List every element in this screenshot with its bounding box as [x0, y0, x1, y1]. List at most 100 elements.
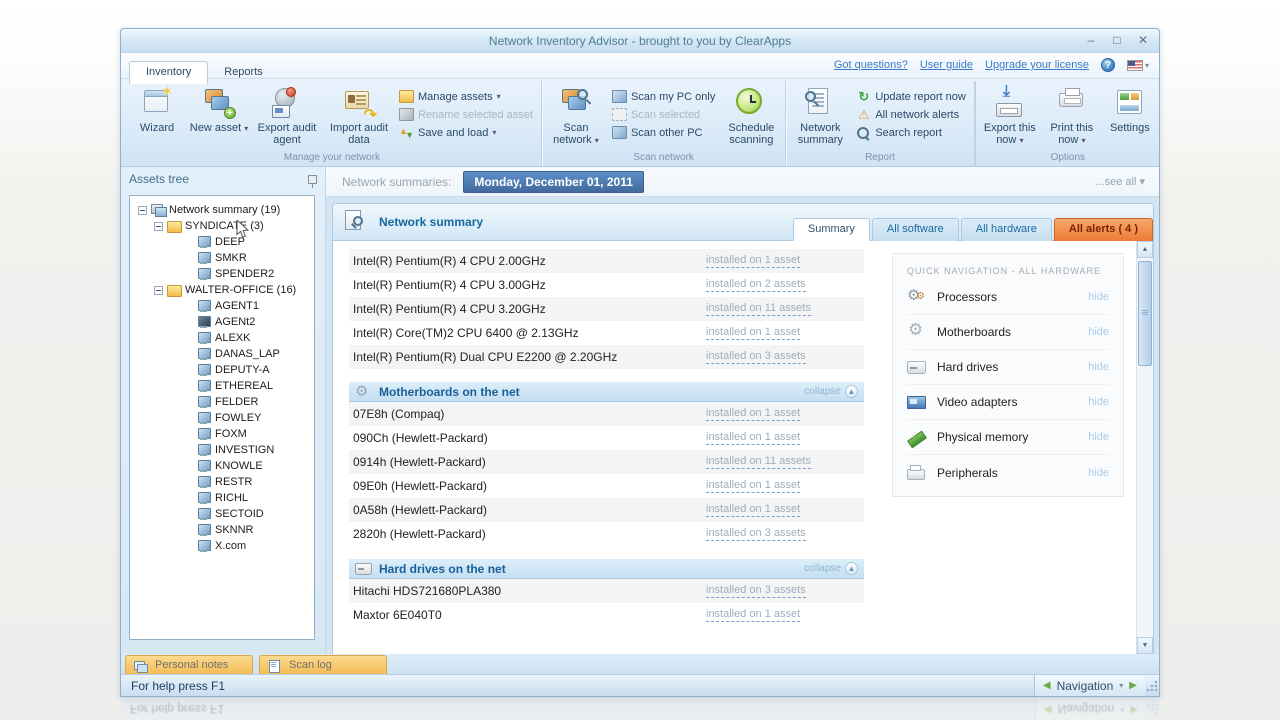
tree-expander-icon[interactable] — [154, 221, 163, 231]
scan-other-pc-button[interactable]: Scan other PC — [608, 125, 719, 140]
see-all-link[interactable]: ...see all ▾ — [1095, 175, 1145, 188]
quick-nav-link[interactable]: Video adapters — [937, 395, 1018, 409]
maximize-button[interactable]: □ — [1109, 32, 1125, 48]
tree-expander-icon[interactable] — [154, 285, 163, 295]
installed-on-link[interactable]: installed on 2 assets — [706, 278, 806, 292]
header-link[interactable]: User guide — [920, 59, 973, 71]
ribbon-tab[interactable]: Inventory — [129, 61, 209, 84]
report-tab[interactable]: All hardware — [960, 218, 1052, 241]
nav-back-icon[interactable]: ◀ — [1043, 680, 1051, 691]
new-asset-button[interactable]: + New asset ▾ — [189, 83, 249, 150]
resize-grip[interactable] — [1145, 675, 1159, 696]
tree-item[interactable]: INVESTIGN — [132, 442, 312, 458]
tree-item[interactable]: FOXM — [132, 426, 312, 442]
tree-item[interactable]: AGENT1 — [132, 298, 312, 314]
report-tab[interactable]: All software — [871, 218, 959, 241]
save-and-load-button[interactable]: Save and load▾ — [395, 125, 537, 140]
minimize-button[interactable]: – — [1083, 32, 1099, 48]
export-this-now-button[interactable]: ⤓ Export this now ▾ — [980, 83, 1040, 150]
tree-item[interactable]: DEPUTY-A — [132, 362, 312, 378]
ribbon-tab[interactable]: Reports — [208, 62, 279, 83]
quick-nav-link[interactable]: Physical memory — [937, 430, 1028, 444]
collapse-hard-drives-link[interactable]: collapse ▲ — [804, 562, 858, 575]
language-flag-icon[interactable] — [1126, 59, 1143, 71]
tree-item[interactable]: ALEXK — [132, 330, 312, 346]
header-link[interactable]: Got questions? — [834, 59, 908, 71]
update-report-now-button[interactable]: ↻ Update report now — [852, 89, 970, 104]
tree-item[interactable]: DEEP — [132, 234, 312, 250]
report-tab[interactable]: All alerts ( 4 ) — [1053, 218, 1153, 241]
vertical-scrollbar[interactable]: ▲ ▼ — [1136, 241, 1153, 654]
hardware-row: Hitachi HDS721680PLA380 installed on 3 a… — [349, 579, 864, 603]
summary-date-badge[interactable]: Monday, December 01, 2011 — [463, 170, 644, 193]
nav-forward-icon[interactable]: ▶ — [1129, 680, 1137, 691]
quick-nav-link[interactable]: Motherboards — [937, 325, 1011, 339]
collapse-icon[interactable]: ▲ — [845, 562, 858, 575]
bottom-tab[interactable]: Personal notes — [125, 655, 253, 674]
tree-item[interactable]: ETHEREAL — [132, 378, 312, 394]
installed-on-link[interactable]: installed on 1 asset — [706, 407, 801, 421]
language-caret-icon[interactable]: ▾ — [1145, 61, 1149, 70]
tree-item[interactable]: SECTOID — [132, 506, 312, 522]
tree-item[interactable]: Network summary (19) — [132, 202, 312, 218]
installed-on-link[interactable]: installed on 1 asset — [706, 503, 801, 517]
collapse-motherboards-link[interactable]: collapse ▲ — [804, 385, 858, 398]
collapse-icon[interactable]: ▲ — [845, 385, 858, 398]
installed-on-link[interactable]: installed on 3 assets — [706, 584, 806, 598]
installed-on-link[interactable]: installed on 1 asset — [706, 326, 801, 340]
tree-item[interactable]: WALTER-OFFICE (16) — [132, 282, 312, 298]
pin-icon[interactable] — [308, 174, 317, 188]
installed-on-link[interactable]: installed on 3 assets — [706, 350, 806, 364]
scroll-up-icon[interactable]: ▲ — [1137, 241, 1153, 258]
report-tab[interactable]: Summary — [792, 218, 870, 241]
installed-on-link[interactable]: installed on 11 assets — [706, 455, 811, 469]
nav-caret-icon[interactable]: ▾ — [1119, 681, 1123, 690]
help-icon[interactable]: ? — [1100, 58, 1115, 72]
tree-item[interactable]: SPENDER2 — [132, 266, 312, 282]
tree-item[interactable]: FELDER — [132, 394, 312, 410]
hide-link[interactable]: hide — [1088, 326, 1109, 338]
scan-network-button[interactable]: Scan network ▾ — [546, 83, 606, 150]
installed-on-link[interactable]: installed on 1 asset — [706, 479, 801, 493]
tree-item[interactable]: AGENt2 — [132, 314, 312, 330]
search-report-button[interactable]: Search report — [852, 125, 970, 140]
print-this-now-button[interactable]: Print this now ▾ — [1042, 83, 1102, 150]
wizard-button[interactable]: ✶ Wizard — [127, 83, 187, 150]
scroll-down-icon[interactable]: ▼ — [1137, 637, 1153, 654]
tree-item[interactable]: SMKR — [132, 250, 312, 266]
tree-item[interactable]: DANAS_LAP — [132, 346, 312, 362]
hide-link[interactable]: hide — [1088, 396, 1109, 408]
manage-assets-button[interactable]: Manage assets ▾ — [395, 89, 537, 104]
scan-my-pc-button[interactable]: Scan my PC only — [608, 89, 719, 104]
scrollbar-thumb[interactable] — [1138, 261, 1152, 366]
tree-item[interactable]: RESTR — [132, 474, 312, 490]
schedule-scanning-button[interactable]: Schedule scanning — [721, 83, 781, 150]
hide-link[interactable]: hide — [1088, 361, 1109, 373]
installed-on-link[interactable]: installed on 11 assets — [706, 302, 811, 316]
tree-item[interactable]: SKNNR — [132, 522, 312, 538]
installed-on-link[interactable]: installed on 1 asset — [706, 608, 801, 622]
all-network-alerts-button[interactable]: ⚠ All network alerts — [852, 107, 970, 122]
tree-item[interactable]: SYNDICATE (3) — [132, 218, 312, 234]
hide-link[interactable]: hide — [1088, 431, 1109, 443]
tree-expander-icon[interactable] — [138, 205, 147, 215]
tree-item[interactable]: FOWLEY — [132, 410, 312, 426]
hide-link[interactable]: hide — [1088, 291, 1109, 303]
hide-link[interactable]: hide — [1088, 467, 1109, 479]
close-button[interactable]: ✕ — [1135, 32, 1151, 48]
quick-nav-link[interactable]: Hard drives — [937, 360, 998, 374]
import-audit-data-button[interactable]: ↷ Import audit data — [325, 83, 393, 150]
quick-nav-link[interactable]: Processors — [937, 290, 997, 304]
installed-on-link[interactable]: installed on 1 asset — [706, 431, 801, 445]
header-link[interactable]: Upgrade your license — [985, 59, 1089, 71]
installed-on-link[interactable]: installed on 1 asset — [706, 254, 801, 268]
tree-item[interactable]: KNOWLE — [132, 458, 312, 474]
network-summary-button[interactable]: Network summary — [790, 83, 850, 150]
tree-item[interactable]: X.com — [132, 538, 312, 554]
settings-button[interactable]: Settings — [1104, 83, 1156, 150]
export-audit-agent-button[interactable]: Export audit agent — [251, 83, 323, 150]
bottom-tab[interactable]: Scan log — [259, 655, 387, 674]
installed-on-link[interactable]: installed on 3 assets — [706, 527, 806, 541]
tree-item[interactable]: RICHL — [132, 490, 312, 506]
quick-nav-link[interactable]: Peripherals — [937, 466, 998, 480]
